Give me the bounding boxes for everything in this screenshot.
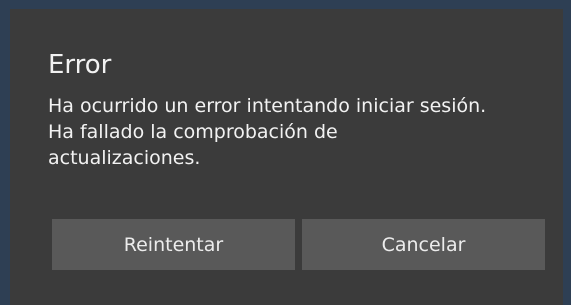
cancel-button[interactable]: Cancelar xyxy=(302,219,545,270)
error-dialog: Error Ha ocurrido un error intentando in… xyxy=(10,9,563,305)
dialog-message-line: Ha ocurrido un error intentando iniciar … xyxy=(48,95,487,117)
dialog-title: Error xyxy=(48,50,112,80)
dialog-message: Ha ocurrido un error intentando iniciar … xyxy=(48,93,548,171)
retry-button[interactable]: Reintentar xyxy=(52,219,295,270)
dialog-message-line: actualizaciones. xyxy=(48,147,201,169)
dialog-message-line: Ha fallado la comprobación de xyxy=(48,121,338,143)
